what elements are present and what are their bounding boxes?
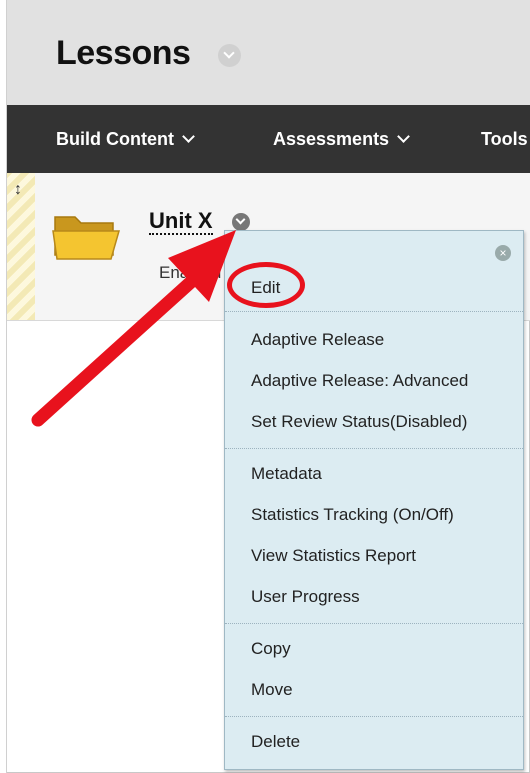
assessments-menu[interactable]: Assessments — [273, 129, 410, 150]
chevron-down-icon — [397, 130, 410, 143]
menu-divider — [225, 623, 523, 624]
menu-item-copy[interactable]: Copy — [251, 639, 291, 659]
drag-arrows-icon: ↕ — [14, 181, 22, 198]
folder-icon — [52, 216, 120, 260]
menu-divider — [225, 448, 523, 449]
chevron-down-icon[interactable] — [232, 213, 250, 231]
menu-item-metadata[interactable]: Metadata — [251, 464, 322, 484]
left-border — [0, 0, 7, 773]
page-header: Lessons — [7, 0, 530, 105]
context-menu: × Edit Adaptive Release Adaptive Release… — [224, 230, 524, 770]
menu-item-move[interactable]: Move — [251, 680, 293, 700]
content-toolbar: Build Content Assessments Tools — [7, 105, 530, 173]
highlight-circle — [227, 262, 305, 308]
build-content-label: Build Content — [56, 129, 174, 149]
menu-item-view-statistics-report[interactable]: View Statistics Report — [251, 546, 416, 566]
menu-item-statistics-tracking[interactable]: Statistics Tracking (On/Off) — [251, 505, 454, 525]
menu-item-user-progress[interactable]: User Progress — [251, 587, 360, 607]
drag-handle[interactable]: ↕ — [7, 173, 35, 320]
tools-label: Tools — [481, 129, 528, 149]
tools-menu[interactable]: Tools — [481, 129, 528, 150]
chevron-down-icon — [182, 130, 195, 143]
unit-title-link[interactable]: Unit X — [149, 209, 213, 235]
menu-item-adaptive-release-advanced[interactable]: Adaptive Release: Advanced — [251, 371, 468, 391]
menu-divider — [225, 311, 523, 312]
build-content-menu[interactable]: Build Content — [56, 129, 195, 150]
page-title: Lessons — [56, 34, 191, 72]
menu-divider — [225, 716, 523, 717]
assessments-label: Assessments — [273, 129, 390, 149]
menu-item-adaptive-release[interactable]: Adaptive Release — [251, 330, 384, 350]
chevron-down-icon[interactable] — [218, 44, 241, 67]
close-icon[interactable]: × — [495, 245, 511, 261]
menu-item-delete[interactable]: Delete — [251, 732, 300, 752]
item-status-text: Enabled — [159, 263, 222, 282]
menu-item-set-review-status[interactable]: Set Review Status(Disabled) — [251, 412, 467, 432]
